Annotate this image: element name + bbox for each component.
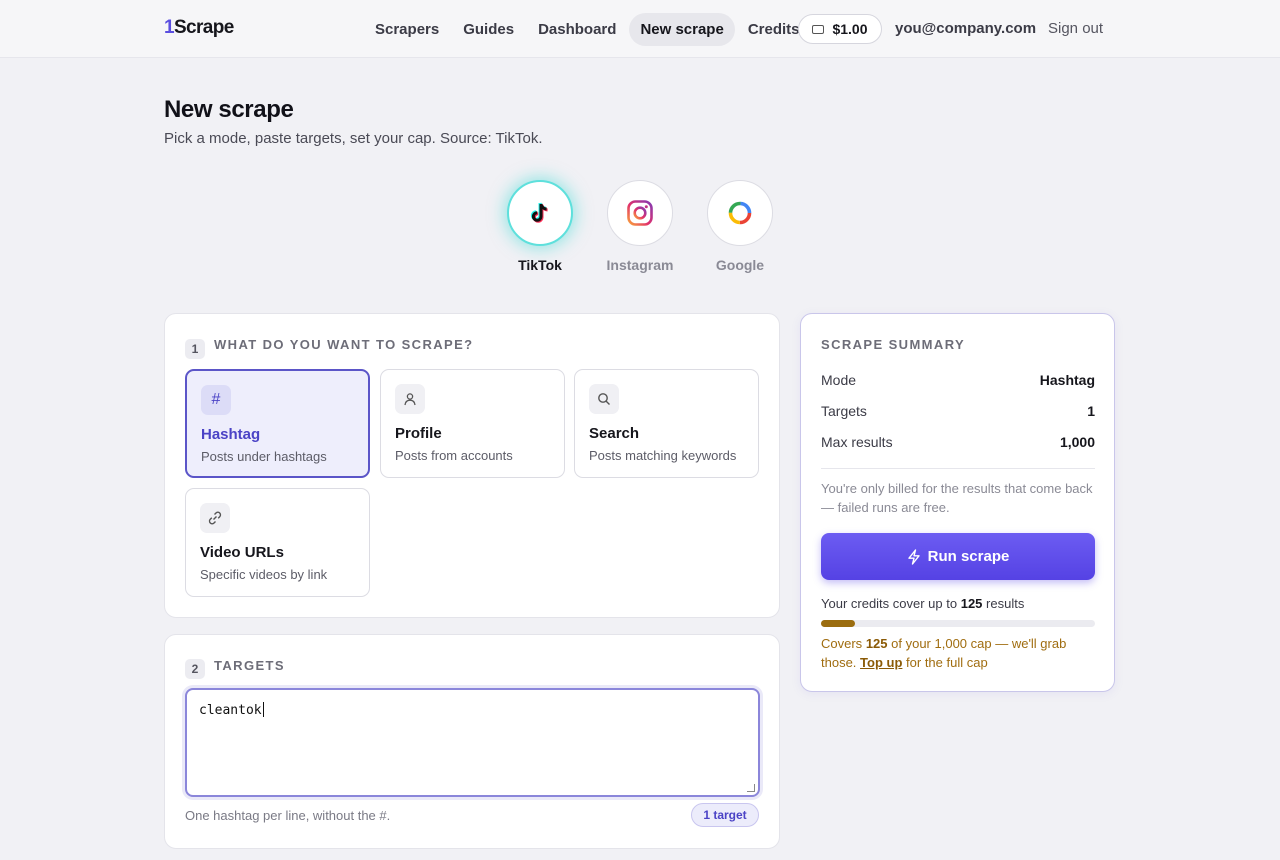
mode-profile[interactable]: Profile Posts from accounts: [380, 369, 565, 478]
nav-new-scrape[interactable]: New scrape: [629, 12, 735, 46]
logo-text: Scrape: [173, 17, 234, 38]
summary-value: 1,000: [1059, 434, 1095, 450]
step-title: TARGETS: [214, 658, 285, 673]
google-icon: [728, 201, 752, 225]
instagram-icon: [627, 200, 653, 226]
source-tiktok[interactable]: TikTok: [507, 180, 573, 273]
warning-suffix: for the full cap: [906, 655, 988, 670]
balance-pill[interactable]: $1.00: [798, 14, 882, 44]
summary-value: Hashtag: [1039, 372, 1095, 388]
coverage-progress-bar: [821, 620, 1095, 627]
summary-title: SCRAPE SUMMARY: [821, 337, 966, 352]
search-icon: [589, 384, 619, 414]
billing-note: You're only billed for the results that …: [821, 481, 1093, 515]
run-scrape-button[interactable]: Run scrape: [821, 533, 1095, 580]
targets-value: cleantok: [199, 703, 262, 718]
user-icon: [395, 384, 425, 414]
top-bar: 1Scrape Scrapers Guides Dashboard New sc…: [0, 0, 1280, 58]
user-email[interactable]: you@company.com: [895, 20, 1036, 37]
targets-textarea[interactable]: cleantok: [185, 688, 760, 797]
mode-description: Posts from accounts: [395, 448, 513, 463]
mode-name: Search: [589, 425, 640, 442]
warning-count: 125: [865, 636, 888, 651]
page-subtitle: Pick a mode, paste targets, set your cap…: [164, 130, 543, 147]
source-google-circle[interactable]: [707, 180, 773, 246]
mode-name: Video URLs: [200, 544, 284, 561]
step-title: WHAT DO YOU WANT TO SCRAPE?: [214, 337, 474, 352]
source-label: TikTok: [518, 257, 562, 273]
mode-description: Posts under hashtags: [201, 449, 327, 464]
source-instagram[interactable]: Instagram: [607, 180, 673, 273]
step-number: 1: [185, 339, 205, 359]
credit-card-icon: [812, 24, 825, 34]
mode-name: Hashtag: [201, 426, 261, 443]
main-nav: Scrapers Guides Dashboard New scrape Cre…: [364, 12, 813, 46]
coverage-count: 125: [960, 596, 983, 611]
nav-scrapers[interactable]: Scrapers: [364, 13, 450, 46]
source-google[interactable]: Google: [707, 180, 773, 273]
nav-guides[interactable]: Guides: [452, 13, 525, 46]
mode-search[interactable]: Search Posts matching keywords: [574, 369, 759, 478]
targets-hint: One hashtag per line, without the #.: [185, 808, 391, 823]
mode-video-urls[interactable]: Video URLs Specific videos by link: [185, 488, 370, 597]
logo-mark: 1: [164, 17, 175, 38]
hash-icon: #: [201, 385, 231, 415]
mode-hashtag[interactable]: # Hashtag Posts under hashtags: [185, 369, 370, 478]
source-instagram-circle[interactable]: [607, 180, 673, 246]
target-count-badge: 1 target: [691, 803, 759, 827]
nav-dashboard[interactable]: Dashboard: [527, 13, 627, 46]
coverage-prefix: Your credits cover up to: [821, 596, 958, 611]
top-up-link[interactable]: Top up: [860, 655, 902, 670]
balance-amount: $1.00: [832, 21, 868, 37]
logo[interactable]: 1Scrape: [164, 17, 234, 39]
divider: [821, 468, 1095, 469]
step-number: 2: [185, 659, 205, 679]
text-caret: [262, 702, 264, 717]
summary-panel: SCRAPE SUMMARY Mode Hashtag Targets 1 Ma…: [800, 313, 1115, 692]
summary-value: 1: [1087, 403, 1095, 419]
source-tiktok-circle[interactable]: [507, 180, 573, 246]
page-title: New scrape: [164, 96, 294, 123]
credit-coverage-text: Your credits cover up to 125 results: [821, 596, 1024, 611]
mode-panel: 1 WHAT DO YOU WANT TO SCRAPE? # Hashtag …: [164, 313, 780, 618]
cap-warning: Covers 125 of your 1,000 cap — we'll gra…: [821, 634, 1095, 672]
warning-prefix: Covers: [821, 636, 863, 651]
coverage-suffix: results: [986, 596, 1025, 611]
coverage-progress-fill: [821, 620, 856, 627]
lightning-icon: [907, 548, 920, 565]
targets-panel: 2 TARGETS cleantok One hashtag per line,…: [164, 634, 780, 849]
tiktok-icon: [530, 202, 548, 223]
mode-name: Profile: [395, 425, 442, 442]
summary-key: Mode: [821, 372, 857, 388]
resize-handle[interactable]: [747, 784, 755, 792]
mode-description: Specific videos by link: [200, 567, 328, 582]
sign-out-link[interactable]: Sign out: [1048, 20, 1103, 37]
source-label: Instagram: [606, 257, 674, 273]
summary-key: Max results: [821, 434, 893, 450]
run-scrape-label: Run scrape: [927, 548, 1010, 565]
source-label: Google: [715, 257, 765, 273]
mode-description: Posts matching keywords: [589, 448, 737, 463]
summary-key: Targets: [821, 403, 867, 419]
link-icon: [200, 503, 230, 533]
